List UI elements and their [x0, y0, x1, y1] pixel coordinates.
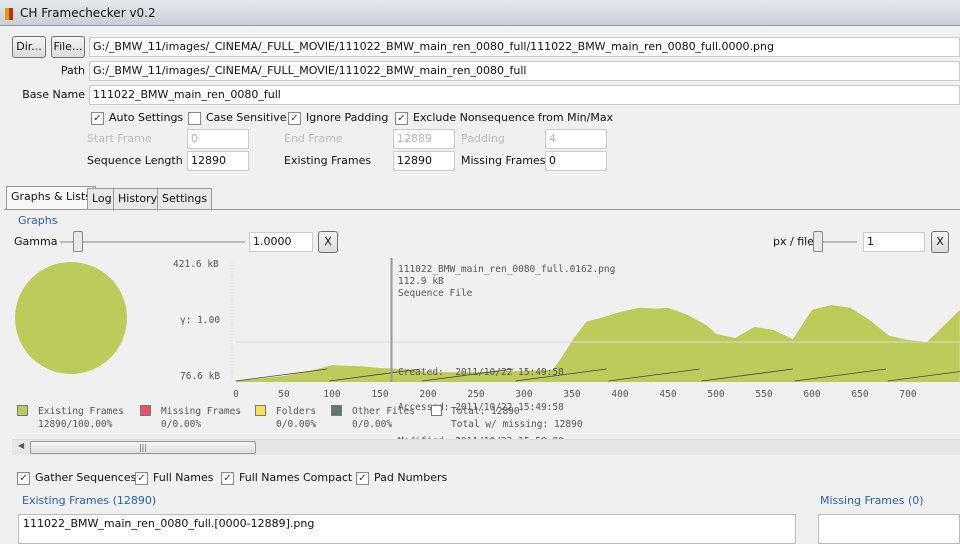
- x-tick-label: 150: [371, 389, 388, 400]
- x-tick-label: 550: [755, 389, 772, 400]
- full-names-checkbox[interactable]: ✓ Full Names: [135, 470, 214, 486]
- checkbox-label: Pad Numbers: [374, 471, 448, 484]
- legend-entry: Missing Frames 0/0.00%: [161, 405, 241, 431]
- checkbox-label: Gather Sequences: [35, 471, 137, 484]
- pad-numbers-checkbox[interactable]: ✓ Pad Numbers: [356, 470, 447, 486]
- tooltip-created: Created: 2011/10/22 15:49:58: [398, 367, 564, 378]
- x-tick-label: 500: [707, 389, 724, 400]
- total-swatch: [431, 405, 442, 416]
- total-text: Total: 12890: [451, 406, 520, 417]
- x-tick-label: 700: [899, 389, 916, 400]
- legend-total: Total: 12890 Total w/ missing: 12890: [451, 405, 583, 431]
- legend-swatch: [331, 405, 342, 416]
- checkbox-box: ✓: [356, 472, 369, 485]
- x-tick-label: 350: [563, 389, 580, 400]
- legend-value: 0/0.00%: [161, 419, 202, 430]
- legend-value: 0/0.00%: [276, 419, 317, 430]
- legend-label: Existing Frames: [38, 406, 124, 417]
- x-tick-label: 100: [323, 389, 340, 400]
- full-names-compact-checkbox[interactable]: ✓ Full Names Compact: [221, 470, 352, 486]
- hover-tooltip: 111022_BMW_main_ren_0080_full.0162.png 1…: [398, 264, 615, 300]
- legend-entry: Existing Frames 12890/100.00%: [38, 405, 124, 431]
- legend-entry: Folders 0/0.00%: [276, 405, 316, 431]
- checkbox-box: ✓: [221, 472, 234, 485]
- legend-swatch: [255, 405, 266, 416]
- tooltip-size: 112.9 kB: [398, 276, 444, 287]
- legend-value: 0/0.00%: [352, 419, 393, 430]
- x-tick-label: 650: [851, 389, 868, 400]
- missing-frames-title: Missing Frames (0): [820, 494, 924, 507]
- size-area-chart[interactable]: 0 50 100 150 200 250 300 350 400 450 500 550 600 650 7…: [0, 0, 960, 400]
- legend-entry: Other Files 0/0.00%: [352, 405, 415, 431]
- legend-swatch: [140, 405, 151, 416]
- total-missing-text: Total w/ missing: 12890: [451, 419, 583, 430]
- tooltip-filename: 111022_BMW_main_ren_0080_full.0162.png: [398, 264, 616, 275]
- checkbox-box: ✓: [135, 472, 148, 485]
- x-tick-label: 50: [278, 389, 290, 400]
- legend-value: 12890/100.00%: [38, 419, 113, 430]
- legend-swatch: [17, 405, 28, 416]
- list-item[interactable]: 111022_BMW_main_ren_0080_full.[0000-1288…: [23, 517, 791, 530]
- legend-label: Folders: [276, 406, 317, 417]
- scrollbar-thumb[interactable]: |||: [30, 441, 256, 454]
- horizontal-scrollbar[interactable]: ◀ |||: [12, 439, 960, 455]
- legend-label: Other Files: [352, 406, 415, 417]
- x-tick-label: 0: [233, 389, 239, 400]
- checkbox-box: ✓: [17, 472, 30, 485]
- checkbox-label: Full Names: [153, 471, 214, 484]
- x-tick-label: 400: [611, 389, 628, 400]
- gather-sequences-checkbox[interactable]: ✓ Gather Sequences: [17, 470, 136, 486]
- x-tick-label: 600: [803, 389, 820, 400]
- scroll-left-icon[interactable]: ◀: [18, 441, 24, 450]
- checkbox-label: Full Names Compact: [239, 471, 353, 484]
- legend-label: Missing Frames: [161, 406, 242, 417]
- x-tick-label: 450: [659, 389, 676, 400]
- existing-frames-title: Existing Frames (12890): [22, 494, 157, 507]
- tooltip-type: Sequence File: [398, 288, 473, 299]
